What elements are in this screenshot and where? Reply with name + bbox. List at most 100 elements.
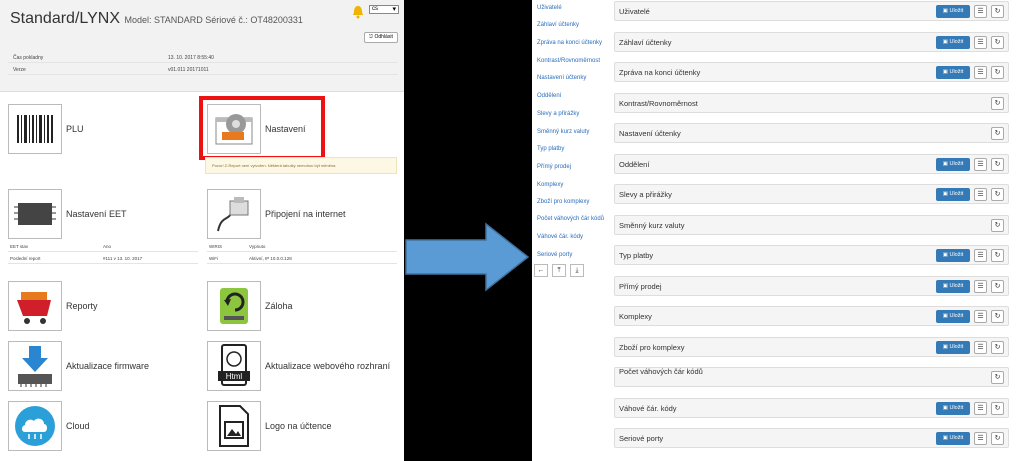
save-button[interactable]: ▣ Uložit (936, 5, 970, 18)
highlight-box (199, 96, 325, 160)
nav-link[interactable]: Oddělení (537, 93, 561, 99)
list-icon[interactable]: ☰ (974, 5, 987, 18)
tile-firmware[interactable]: Aktualizace firmware (8, 341, 149, 391)
info-row: Verze v01.011 20171011 (8, 64, 398, 75)
list-icon[interactable]: ☰ (974, 279, 987, 293)
save-button[interactable]: ▣ Uložit (936, 66, 970, 79)
transition-arrow-icon (405, 222, 530, 292)
row-actions: ▣ Uložit ☰ ↻ (936, 340, 1004, 354)
refresh-icon[interactable]: ↻ (991, 5, 1004, 18)
refresh-icon[interactable]: ↻ (991, 249, 1004, 262)
list-icon[interactable]: ☰ (974, 249, 987, 262)
refresh-icon[interactable]: ↻ (991, 279, 1004, 293)
save-button[interactable]: ▣ Uložit (936, 279, 970, 293)
refresh-icon[interactable]: ↻ (991, 66, 1004, 79)
nav-link[interactable]: Zpráva na konci účtenky (537, 40, 602, 46)
settings-row: Zpráva na konci účtenky ▣ Uložit ☰ ↻ (614, 62, 1009, 82)
nav-link[interactable]: Slevy a přirážky (537, 111, 579, 117)
row-label: Směnný kurz valuty (619, 220, 685, 230)
nav-link[interactable]: Uživatelé (537, 5, 562, 11)
tile-reports[interactable]: Reporty (8, 281, 98, 331)
refresh-icon[interactable]: ↻ (991, 96, 1004, 110)
save-button[interactable]: ▣ Uložit (936, 340, 970, 354)
nav-link[interactable]: Komplexy (537, 182, 563, 188)
tile-label: Nastavení EET (66, 209, 127, 219)
list-icon[interactable]: ☰ (974, 401, 987, 415)
tile-web-update[interactable]: Html Aktualizace webového rozhraní (207, 341, 390, 391)
settings-row: Váhové čár. kódy ▣ Uložit ☰ ↻ (614, 397, 1009, 418)
shopping-cart-icon (8, 281, 62, 331)
list-icon[interactable]: ☰ (974, 188, 987, 201)
tile-internet[interactable]: Připojení na internet (207, 189, 346, 239)
save-button[interactable]: ▣ Uložit (936, 35, 970, 49)
save-label: Uložit (949, 38, 964, 45)
refresh-icon[interactable]: ↻ (991, 310, 1004, 323)
row-actions: ▣ Uložit ☰ ↻ (936, 401, 1004, 415)
tile-backup[interactable]: Záloha (207, 281, 293, 331)
upload-button[interactable]: ⤒ (552, 264, 566, 277)
nav-link[interactable]: Počet váhových čár kódů (537, 216, 604, 222)
nav-link[interactable]: Přímý prodej (537, 164, 571, 170)
refresh-icon[interactable]: ↻ (991, 157, 1004, 171)
tile-receipt-logo[interactable]: Logo na účtence (207, 401, 332, 451)
z-report-warning: Pozor! Z-Report není vytvořen. Některá t… (205, 157, 397, 174)
list-icon[interactable]: ☰ (974, 432, 987, 445)
settings-row: Seriové porty ▣ Uložit ☰ ↻ (614, 428, 1009, 448)
tile-eet[interactable]: Nastavení EET (8, 189, 127, 239)
tile-plu[interactable]: PLU (8, 104, 84, 154)
save-button[interactable]: ▣ Uložit (936, 432, 970, 445)
row-actions: ▣ Uložit ☰ ↻ (936, 66, 1004, 79)
refresh-icon[interactable]: ↻ (991, 432, 1004, 445)
nav-link[interactable]: Záhlaví účtenky (537, 22, 579, 28)
settings-row: Slevy a přirážky ▣ Uložit ☰ ↻ (614, 184, 1009, 204)
row-actions: ↻ (991, 371, 1004, 384)
save-button[interactable]: ▣ Uložit (936, 188, 970, 201)
list-icon[interactable]: ☰ (974, 157, 987, 171)
header: Standard/LYNX Model: STANDARD Sériové č.… (0, 0, 404, 92)
settings-row: Typ platby ▣ Uložit ☰ ↻ (614, 245, 1009, 265)
refresh-icon[interactable]: ↻ (991, 35, 1004, 49)
row-label: Počet váhových čár kódů (619, 367, 703, 376)
network-plug-icon (207, 189, 261, 239)
logout-button[interactable]: ⎋ Odhlásit (364, 32, 398, 43)
save-button[interactable]: ▣ Uložit (936, 157, 970, 171)
refresh-icon[interactable]: ↻ (991, 127, 1004, 140)
nav-link[interactable]: Zboží pro komplexy (537, 199, 589, 205)
save-button[interactable]: ▣ Uložit (936, 249, 970, 262)
save-button[interactable]: ▣ Uložit (936, 401, 970, 415)
list-icon[interactable]: ☰ (974, 310, 987, 323)
settings-row: Přímý prodej ▣ Uložit ☰ ↻ (614, 275, 1009, 296)
row-actions: ▣ Uložit ☰ ↻ (936, 432, 1004, 445)
cloud-icon (8, 401, 62, 451)
download-chip-icon (8, 341, 62, 391)
refresh-icon[interactable]: ↻ (991, 188, 1004, 201)
download-button[interactable]: ⤓ (570, 264, 584, 277)
nav-link[interactable]: Typ platby (537, 146, 564, 152)
language-select[interactable]: cs ▾ (369, 5, 399, 14)
eet-info-row: EET stav Ano (8, 242, 198, 252)
row-actions: ▣ Uložit ☰ ↻ (936, 5, 1004, 18)
list-icon[interactable]: ☰ (974, 340, 987, 354)
refresh-icon[interactable]: ↻ (991, 371, 1004, 384)
save-button[interactable]: ▣ Uložit (936, 310, 970, 323)
nav-link[interactable]: Váhové čár. kódy (537, 234, 583, 240)
tile-cloud[interactable]: Cloud (8, 401, 90, 451)
bell-icon[interactable] (351, 5, 365, 19)
refresh-icon[interactable]: ↻ (991, 340, 1004, 354)
back-button[interactable]: ← (534, 264, 548, 277)
nav-link[interactable]: Seriové porty (537, 252, 572, 258)
nav-link[interactable]: Kontrast/Rovnoměrnost (537, 58, 600, 64)
nav-buttons: ← ⤒ ⤓ (534, 264, 584, 277)
tile-label: Připojení na internet (265, 209, 346, 219)
refresh-icon[interactable]: ↻ (991, 218, 1004, 232)
list-icon[interactable]: ☰ (974, 35, 987, 49)
refresh-icon[interactable]: ↻ (991, 401, 1004, 415)
list-icon[interactable]: ☰ (974, 66, 987, 79)
settings-row: Záhlaví účtenky ▣ Uložit ☰ ↻ (614, 31, 1009, 52)
row-label: Seriové porty (619, 434, 664, 443)
row-actions: ↻ (991, 96, 1004, 110)
nav-link[interactable]: Nastavení účtenky (537, 75, 586, 81)
nav-link[interactable]: Směnný kurz valuty (537, 129, 589, 135)
save-label: Uložit (949, 282, 964, 289)
net-info-row: WIRIS Vypnuto (207, 242, 397, 252)
